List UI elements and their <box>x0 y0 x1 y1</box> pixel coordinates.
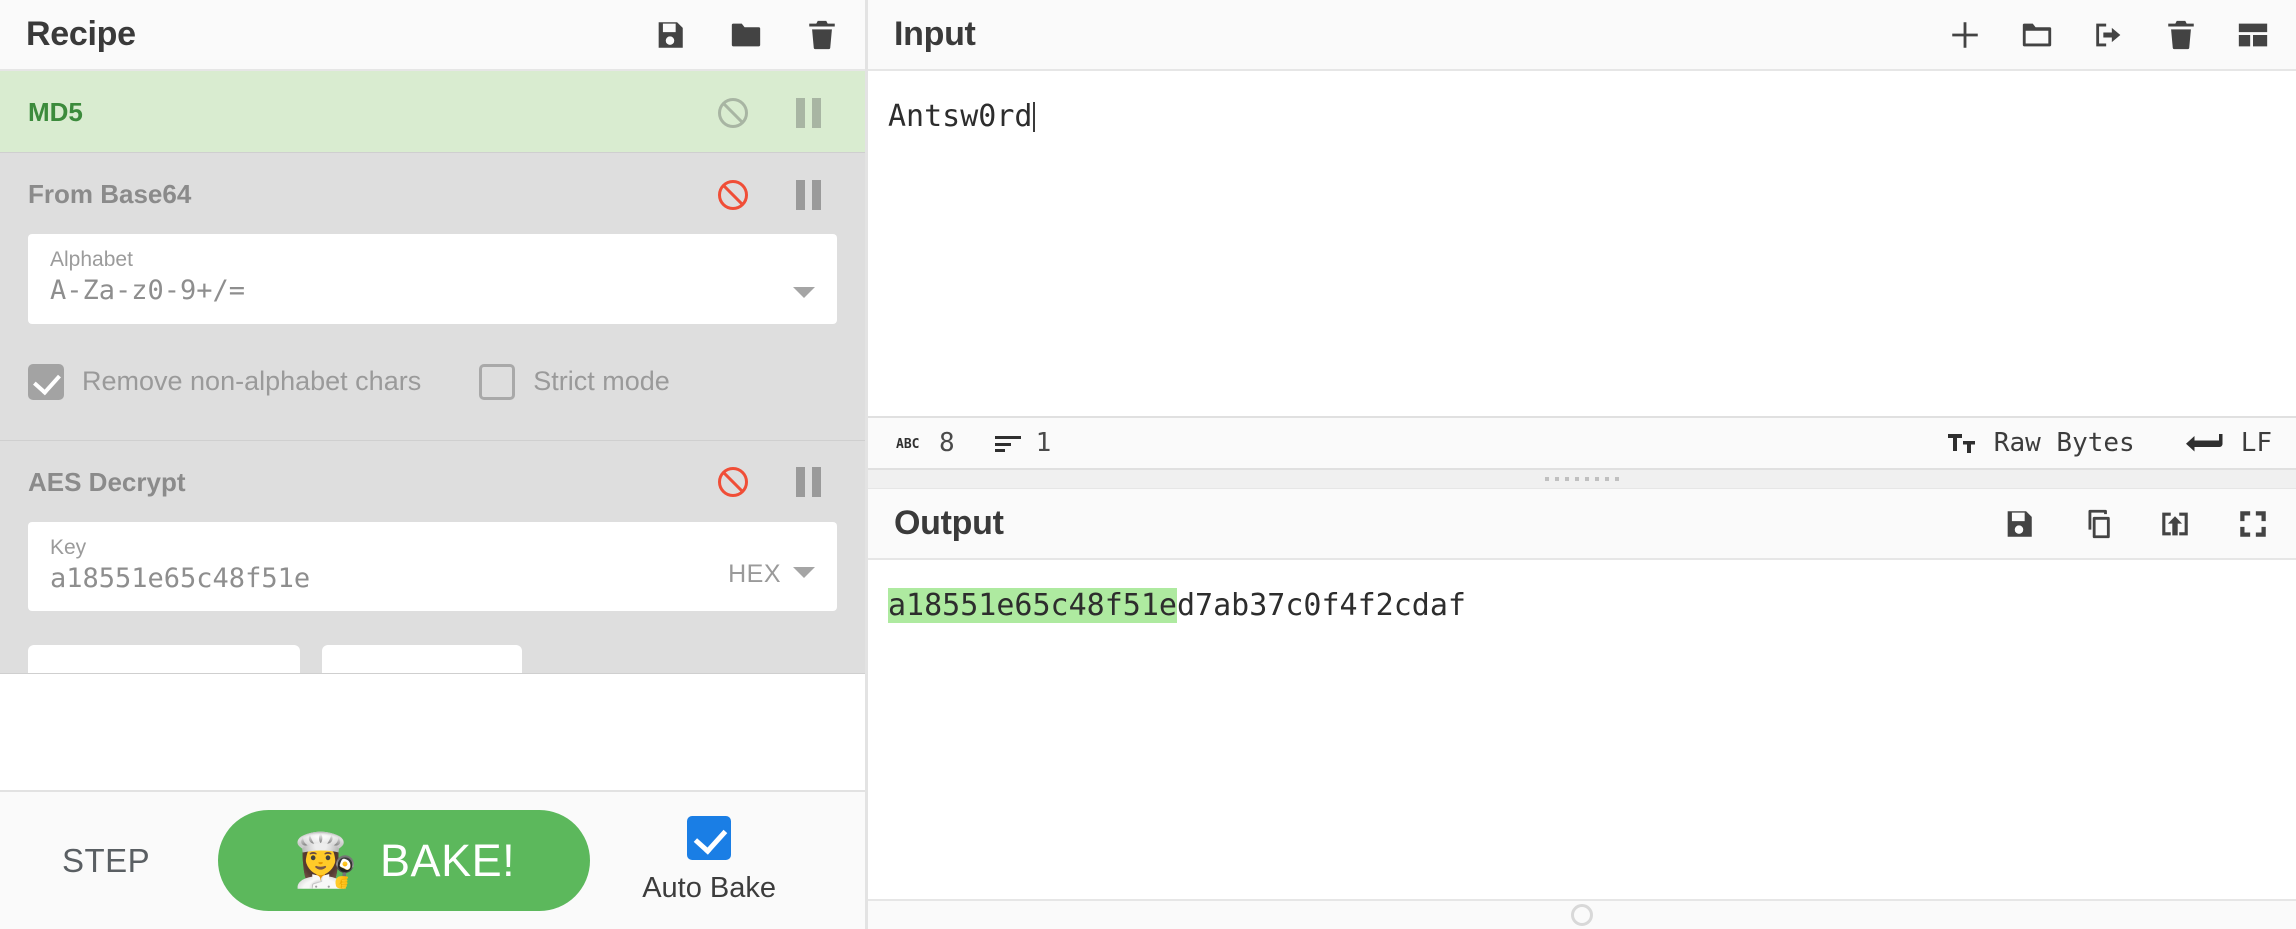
line-ending-value[interactable]: LF <box>2241 428 2272 458</box>
input-toolbar <box>1948 18 2270 52</box>
output-value-highlighted: a18551e65c48f51e <box>888 588 1177 623</box>
bake-label: BAKE! <box>380 834 516 886</box>
save-output-icon[interactable] <box>2002 507 2036 541</box>
input-panel: Input Antsw0rd ABC 8 1 Raw Bytes LF <box>868 0 2296 470</box>
checkbox-unchecked-icon <box>479 363 516 400</box>
output-status-indicator <box>1571 904 1593 926</box>
checkbox-label: Strict mode <box>533 366 670 397</box>
alphabet-select[interactable]: Alphabet A-Za-z0-9+/= <box>28 234 837 324</box>
clear-recipe-icon[interactable] <box>805 18 839 52</box>
input-length-group[interactable]: ABC 8 <box>896 428 955 458</box>
output-textarea[interactable]: a18551e65c48f51ed7ab37c0f4f2cdaf <box>868 560 2296 899</box>
output-status-bar <box>868 899 2296 929</box>
abc-icon: ABC <box>896 437 919 452</box>
character-encoding-value[interactable]: Raw Bytes <box>1994 428 2135 458</box>
output-toolbar <box>2002 507 2270 541</box>
iv-field-partial[interactable] <box>28 645 300 674</box>
add-input-tab-icon[interactable] <box>1948 18 1982 52</box>
lines-icon <box>994 436 1021 452</box>
bake-bar: STEP 👩‍🍳 BAKE! Auto Bake <box>0 790 865 929</box>
input-length-value: 8 <box>939 428 955 458</box>
output-panel: Output a18551e65c48f51ed7ab37c0f4f2cdaf <box>868 488 2296 929</box>
operation-title: MD5 <box>28 97 83 127</box>
open-folder-input-icon[interactable] <box>2092 18 2126 52</box>
output-value-rest: d7ab37c0f4f2cdaf <box>1176 588 1466 623</box>
input-lines-value: 1 <box>1035 428 1052 458</box>
input-title-bar: Input <box>868 0 2296 71</box>
recipe-toolbar <box>653 18 839 52</box>
input-textarea[interactable]: Antsw0rd <box>868 71 2296 416</box>
breakpoint-icon[interactable] <box>796 97 821 128</box>
recipe-title: Recipe <box>26 15 136 53</box>
output-title-bar: Output <box>868 489 2296 560</box>
breakpoint-icon[interactable] <box>796 467 821 498</box>
recipe-panel: Recipe MD5 From Base64 Alphabet A-Za-z0-… <box>0 0 868 929</box>
recipe-operation-from-base64[interactable]: From Base64 Alphabet A-Za-z0-9+/= Remove… <box>0 153 865 441</box>
key-format-value: HEX <box>728 560 781 589</box>
next-ingredient-row-partial <box>0 645 865 674</box>
strict-mode-checkbox[interactable]: Strict mode <box>479 363 670 400</box>
input-title: Input <box>894 15 976 53</box>
ingredient-wrapper: Key a18551e65c48f51e HEX <box>0 521 865 646</box>
auto-bake-label: Auto Bake <box>642 872 777 904</box>
operation-header: MD5 <box>0 71 865 152</box>
character-encoding-icon[interactable] <box>1947 432 1978 454</box>
step-button[interactable]: STEP <box>62 842 150 880</box>
return-arrow-icon[interactable] <box>2185 432 2225 454</box>
load-recipe-icon[interactable] <box>729 18 763 52</box>
disable-operation-icon[interactable] <box>718 179 748 210</box>
copy-output-icon[interactable] <box>2080 507 2114 541</box>
key-label: Key <box>50 535 87 559</box>
recipe-title-bar: Recipe <box>0 0 865 71</box>
breakpoint-icon[interactable] <box>796 179 821 210</box>
checkbox-checked-icon <box>687 816 732 860</box>
io-splitter[interactable] <box>868 470 2296 488</box>
operation-title: From Base64 <box>28 179 192 209</box>
key-format-select[interactable]: HEX <box>728 560 815 589</box>
replace-input-icon[interactable] <box>2158 507 2192 541</box>
output-title: Output <box>894 504 1004 542</box>
bake-button[interactable]: 👩‍🍳 BAKE! <box>218 810 591 911</box>
input-status-right: Raw Bytes LF <box>1947 428 2272 458</box>
reset-pane-layout-icon[interactable] <box>2236 18 2270 52</box>
clear-input-icon[interactable] <box>2164 18 2198 52</box>
recipe-operation-list[interactable]: MD5 From Base64 Alphabet A-Za-z0-9+/= Re… <box>0 71 865 790</box>
ingredient-wrapper: Alphabet A-Za-z0-9+/= <box>0 234 865 358</box>
input-value: Antsw0rd <box>888 99 1033 134</box>
chevron-down-icon[interactable] <box>793 286 815 298</box>
save-recipe-icon[interactable] <box>653 18 687 52</box>
key-value: a18551e65c48f51e <box>50 563 311 595</box>
operation-header: From Base64 <box>0 153 865 234</box>
io-panel: Input Antsw0rd ABC 8 1 Raw Bytes LF Outp… <box>868 0 2296 929</box>
disable-operation-icon[interactable] <box>718 467 748 498</box>
base64-checkbox-row: Remove non-alphabet chars Strict mode <box>0 358 865 440</box>
alphabet-value: A-Za-z0-9+/= <box>50 275 246 307</box>
operation-controls <box>718 467 837 498</box>
operation-header: AES Decrypt <box>0 441 865 522</box>
chevron-down-icon <box>793 567 815 579</box>
disable-operation-icon[interactable] <box>718 97 748 128</box>
recipe-operation-aes-decrypt[interactable]: AES Decrypt Key a18551e65c48f51e HEX <box>0 440 865 675</box>
maximise-output-icon[interactable] <box>2236 507 2270 541</box>
checkbox-label: Remove non-alphabet chars <box>82 366 422 397</box>
auto-bake-checkbox[interactable]: Auto Bake <box>642 816 776 905</box>
input-status-bar: ABC 8 1 Raw Bytes LF <box>868 416 2296 470</box>
operation-title: AES Decrypt <box>28 466 186 497</box>
alphabet-label: Alphabet <box>50 248 133 271</box>
recipe-operation-md5[interactable]: MD5 <box>0 71 865 153</box>
cyberchef-app: Recipe MD5 From Base64 Alphabet A-Za-z0-… <box>0 0 2296 929</box>
checkbox-checked-icon <box>28 363 64 400</box>
operation-controls <box>718 179 837 210</box>
key-field[interactable]: Key a18551e65c48f51e HEX <box>28 521 837 612</box>
operation-controls <box>718 97 837 128</box>
chef-icon: 👩‍🍳 <box>293 831 359 890</box>
mode-field-partial[interactable] <box>322 645 522 674</box>
text-cursor <box>1032 102 1035 132</box>
svg-text:ABC: ABC <box>896 437 919 452</box>
remove-non-alphabet-chars-checkbox[interactable]: Remove non-alphabet chars <box>28 363 422 400</box>
input-lines-group[interactable]: 1 <box>994 428 1052 458</box>
open-folder-icon[interactable] <box>2020 18 2054 52</box>
